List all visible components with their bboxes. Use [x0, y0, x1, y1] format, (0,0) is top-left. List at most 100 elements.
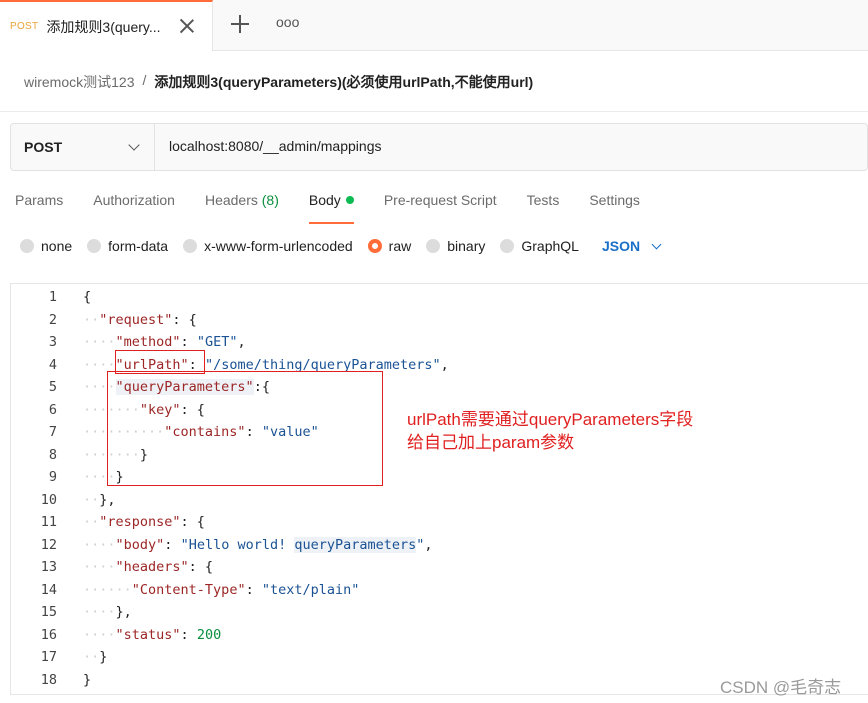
- request-tabs: Params Authorization Headers (8) Body Pr…: [15, 192, 670, 224]
- code-token: "Hello world!: [180, 536, 295, 553]
- radio-icon: [20, 239, 34, 253]
- code-line: {: [83, 286, 91, 309]
- line-number: 11: [40, 514, 57, 530]
- indent-guide: ··: [83, 491, 100, 508]
- line-number: 15: [40, 604, 57, 620]
- radio-none[interactable]: none: [20, 238, 72, 254]
- tab-method-badge: POST: [10, 21, 39, 32]
- tab-authorization[interactable]: Authorization: [93, 192, 175, 218]
- more-icon[interactable]: ooo: [276, 14, 299, 30]
- plus-icon[interactable]: [230, 14, 250, 34]
- radio-binary[interactable]: binary: [426, 238, 485, 254]
- tab-body[interactable]: Body: [308, 192, 354, 224]
- code-token: "headers": [115, 559, 189, 575]
- code-token: "method": [115, 334, 181, 350]
- line-number: 18: [40, 671, 57, 688]
- tab-settings[interactable]: Settings: [589, 192, 640, 218]
- tab-pre-request-script[interactable]: Pre-request Script: [384, 192, 497, 218]
- request-name[interactable]: 添加规则3(queryParameters)(必须使用urlPath,不能使用u…: [154, 72, 533, 92]
- radio-label: none: [41, 238, 73, 254]
- line-number: 9: [48, 469, 57, 485]
- code-line: ····"body": "Hello world! queryParameter…: [83, 534, 433, 557]
- watermark: CSDN @毛奇志: [720, 678, 842, 697]
- tab-headers[interactable]: Headers (8): [205, 192, 279, 218]
- line-number: 16: [40, 626, 57, 643]
- code-line: ··"response": {: [83, 511, 205, 534]
- request-tab[interactable]: POST 添加规则3(query...: [0, 0, 213, 51]
- code-token: ,: [237, 334, 246, 350]
- code-token: "text/plain": [261, 581, 360, 598]
- method-label: POST: [24, 139, 63, 155]
- radio-label: raw: [388, 238, 412, 254]
- tab-title: 添加规则3(query...: [46, 18, 161, 35]
- line-number: 6: [48, 401, 57, 418]
- annotation-box-queryparameters: [107, 371, 383, 486]
- line-number: 7: [48, 424, 57, 440]
- annotation-line-2: 给自己加上param参数: [407, 433, 575, 452]
- radio-icon: [87, 239, 102, 253]
- annotation-line-1: urlPath需要通过queryParameters字段: [407, 410, 694, 429]
- code-token: :: [245, 581, 262, 598]
- line-number: 14: [40, 581, 57, 598]
- radio-graphql[interactable]: GraphQL: [500, 238, 579, 254]
- tab-body-label: Body: [308, 192, 341, 208]
- indent-guide: ··: [83, 514, 100, 530]
- headers-count: (8): [261, 192, 279, 208]
- tab-bar: POST 添加规则3(query... ooo: [0, 0, 868, 51]
- indent-guide: ··: [83, 311, 100, 328]
- chevron-down-icon: [651, 239, 662, 249]
- annotation-text: urlPath需要通过queryParameters字段 给自己加上param参…: [407, 408, 693, 454]
- line-number: 3: [48, 334, 57, 350]
- code-line: ····"status": 200: [83, 624, 221, 647]
- radio-label: form-data: [108, 238, 169, 254]
- code-line: ····"headers": {: [83, 556, 213, 579]
- radio-raw[interactable]: raw: [367, 238, 412, 254]
- line-number: 12: [40, 536, 57, 553]
- body-format-select[interactable]: JSON: [602, 238, 662, 254]
- code-editor[interactable]: 1 2 3 4 5 6 7 8 9 10 11 12 13 14 15 16 17 18 {··"request"…: [10, 283, 868, 695]
- method-select[interactable]: POST: [11, 124, 155, 170]
- breadcrumb-collection[interactable]: wiremock测试123: [24, 72, 134, 92]
- line-number: 5: [48, 379, 57, 395]
- code-token: }: [99, 649, 108, 665]
- close-icon[interactable]: [178, 17, 196, 35]
- code-token: "response": [99, 514, 181, 530]
- tab-tests[interactable]: Tests: [527, 192, 560, 218]
- line-number: 2: [48, 311, 57, 328]
- radio-selected-icon: [367, 239, 382, 253]
- code-token: :: [180, 334, 197, 350]
- chevron-down-icon: [128, 139, 140, 151]
- breadcrumb-separator: /: [142, 72, 147, 88]
- code-token: : {: [188, 559, 214, 575]
- radio-form-data[interactable]: form-data: [87, 238, 168, 254]
- indent-guide: ····: [83, 559, 116, 575]
- tab-params[interactable]: Params: [15, 192, 63, 218]
- indent-guide: ··: [83, 649, 100, 665]
- line-number: 10: [40, 491, 57, 508]
- code-token: : {: [172, 311, 197, 328]
- radio-label: binary: [447, 238, 486, 254]
- code-token: ,: [440, 356, 449, 373]
- code-token: }: [83, 671, 92, 688]
- radio-label: x-www-form-urlencoded: [204, 238, 353, 254]
- indent-guide: ····: [83, 626, 116, 643]
- url-bar: POST localhost:8080/__admin/mappings: [10, 123, 868, 171]
- indent-guide: ····: [83, 604, 116, 620]
- line-number: 17: [40, 649, 57, 665]
- line-number: 4: [48, 356, 57, 373]
- code-line: ··},: [83, 489, 116, 512]
- radio-urlencoded[interactable]: x-www-form-urlencoded: [183, 238, 353, 254]
- line-number: 13: [40, 559, 57, 575]
- radio-icon: [183, 239, 198, 253]
- code-line: ······"Content-Type": "text/plain": [83, 579, 359, 602]
- code-token: },: [99, 491, 116, 508]
- code-token: :: [164, 536, 181, 553]
- code-token: :: [180, 626, 197, 643]
- body-type-options: none form-data x-www-form-urlencoded raw…: [20, 238, 662, 254]
- code-token: 200: [196, 626, 222, 643]
- code-token: {: [83, 289, 92, 305]
- code-token: "GET": [196, 334, 238, 350]
- radio-icon: [426, 239, 441, 253]
- code-token: "status": [115, 626, 181, 643]
- url-input[interactable]: localhost:8080/__admin/mappings: [169, 138, 381, 154]
